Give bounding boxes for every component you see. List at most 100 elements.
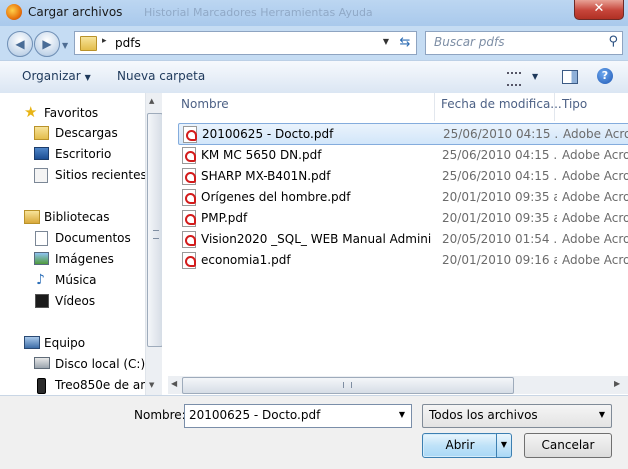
- history-dropdown-icon[interactable]: ▼: [62, 41, 68, 50]
- back-button[interactable]: ◀: [7, 31, 33, 57]
- open-options-dropdown-icon[interactable]: ▼: [496, 433, 512, 458]
- file-type-filter-select[interactable]: Todos los archivos ▼: [422, 404, 612, 428]
- recent-places-icon: [34, 168, 48, 183]
- file-list-horizontal-scrollbar[interactable]: ◀ ▶: [168, 376, 628, 394]
- downloads-folder-icon: [34, 126, 49, 140]
- column-divider[interactable]: [434, 93, 435, 121]
- sidebar-item-disco-local[interactable]: Disco local (C:): [0, 354, 145, 374]
- window-title: Cargar archivos: [28, 5, 123, 19]
- sidebar-item-videos[interactable]: Vídeos: [0, 291, 145, 311]
- sidebar-item-label: Escritorio: [55, 147, 112, 161]
- sidebar-item-label: Disco local (C:): [55, 357, 146, 371]
- pdf-file-icon: [182, 252, 196, 269]
- documents-icon: [35, 231, 48, 246]
- command-bar: Organizar ▼ Nueva carpeta ▼ ?: [0, 60, 628, 94]
- file-row[interactable]: SHARP MX-B401N.pdf 25/06/2010 04:15 ... …: [178, 166, 628, 186]
- sidebar-item-label: Vídeos: [55, 294, 96, 308]
- chevron-down-icon[interactable]: ▼: [399, 410, 405, 419]
- file-row[interactable]: Orígenes del hombre.pdf 20/01/2010 09:35…: [178, 187, 628, 207]
- sidebar-item-equipo[interactable]: Equipo: [0, 333, 145, 353]
- address-row: ◀ ▶ ▼ ▸ pdfs ▼ ⇆ ⚲: [0, 26, 628, 60]
- change-view-icon[interactable]: [507, 72, 521, 86]
- scrollbar-thumb[interactable]: [182, 377, 514, 394]
- file-type: Adobe Acrobat D: [562, 253, 628, 267]
- sidebar-item-escritorio[interactable]: Escritorio: [0, 144, 145, 164]
- sidebar-item-sitios-recientes[interactable]: Sitios recientes: [0, 165, 147, 185]
- file-type-filter-value: Todos los archivos: [429, 408, 538, 422]
- scroll-up-arrow-icon[interactable]: ▲: [149, 97, 154, 105]
- pdf-file-icon: [183, 126, 197, 143]
- phone-device-icon: [37, 378, 46, 394]
- file-list-pane: Nombre Fecha de modifica... Tipo 2010062…: [168, 93, 628, 395]
- file-row[interactable]: economia1.pdf 20/01/2010 09:16 a... Adob…: [178, 250, 628, 270]
- address-dropdown-icon[interactable]: ▼: [383, 37, 389, 46]
- grip-icon: [343, 382, 352, 388]
- help-icon[interactable]: ?: [597, 68, 613, 84]
- sidebar-item-descargas[interactable]: Descargas: [0, 123, 145, 143]
- file-date: 25/06/2010 04:15 ...: [442, 148, 557, 162]
- sidebar-item-documentos[interactable]: Documentos: [0, 228, 145, 248]
- videos-icon: [35, 294, 49, 308]
- file-row[interactable]: 20100625 - Docto.pdf 25/06/2010 04:15 ..…: [178, 123, 628, 145]
- scrollbar-thumb[interactable]: [147, 113, 163, 347]
- forward-arrow-icon: ▶: [42, 37, 52, 51]
- column-header-type[interactable]: Tipo: [562, 97, 587, 111]
- column-divider[interactable]: [554, 93, 555, 121]
- navigation-scrollbar[interactable]: ▲ ▼: [145, 93, 163, 395]
- pictures-icon: [34, 252, 49, 265]
- file-date: 20/01/2010 09:35 a...: [442, 211, 557, 225]
- file-name: Orígenes del hombre.pdf: [201, 190, 351, 204]
- local-disk-icon: [34, 357, 50, 369]
- close-button[interactable]: ✕: [574, 0, 624, 20]
- libraries-icon: [24, 210, 40, 224]
- computer-icon: [24, 336, 40, 349]
- search-box[interactable]: ⚲: [425, 31, 623, 55]
- column-header-date[interactable]: Fecha de modifica...: [441, 97, 562, 111]
- sidebar-item-label: Treo850e de ama: [55, 378, 145, 392]
- sidebar-item-label: Documentos: [55, 231, 131, 245]
- new-folder-button[interactable]: Nueva carpeta: [117, 69, 205, 83]
- sidebar-item-label: Imágenes: [55, 252, 114, 266]
- preview-pane-icon[interactable]: [562, 70, 578, 84]
- sidebar-section-label: Equipo: [44, 336, 86, 350]
- file-name: 20100625 - Docto.pdf: [202, 127, 334, 141]
- pdf-file-icon: [182, 210, 196, 227]
- cancel-button[interactable]: Cancelar: [524, 433, 612, 458]
- sidebar-section-label: Bibliotecas: [44, 210, 110, 224]
- file-open-dialog: Cargar archivos Historial Marcadores Her…: [0, 0, 628, 469]
- file-name-input[interactable]: [185, 405, 387, 425]
- refresh-button[interactable]: ⇆: [394, 31, 417, 55]
- folder-icon: [80, 36, 97, 51]
- file-type: Adobe Acrobat D: [562, 169, 628, 183]
- sidebar-item-favoritos[interactable]: ★ Favoritos: [0, 103, 145, 123]
- file-name: PMP.pdf: [201, 211, 248, 225]
- organize-label: Organizar: [22, 69, 81, 83]
- search-input[interactable]: [426, 32, 606, 52]
- sidebar-item-imagenes[interactable]: Imágenes: [0, 249, 145, 269]
- file-row[interactable]: PMP.pdf 20/01/2010 09:35 a... Adobe Acro…: [178, 208, 628, 228]
- sidebar-item-musica[interactable]: ♪ Música: [0, 270, 145, 290]
- breadcrumb-pdfs[interactable]: pdfs: [115, 36, 141, 50]
- scroll-down-arrow-icon[interactable]: ▼: [149, 381, 154, 389]
- sidebar-item-bibliotecas[interactable]: Bibliotecas: [0, 207, 145, 227]
- file-type: Adobe Acrobat D: [563, 127, 628, 141]
- scroll-right-arrow-icon[interactable]: ▶: [614, 379, 620, 388]
- address-bar[interactable]: ▸ pdfs ▼: [74, 31, 396, 55]
- file-name-combobox[interactable]: ▼: [184, 404, 412, 428]
- column-header-name[interactable]: Nombre: [181, 97, 229, 111]
- file-row[interactable]: KM MC 5650 DN.pdf 25/06/2010 04:15 ... A…: [178, 145, 628, 165]
- sidebar-item-treo850e[interactable]: Treo850e de ama: [0, 375, 145, 395]
- title-bar[interactable]: Cargar archivos Historial Marcadores Her…: [0, 0, 628, 26]
- breadcrumb-separator-icon[interactable]: ▸: [102, 36, 107, 46]
- desktop-icon: [34, 147, 49, 160]
- scroll-left-arrow-icon[interactable]: ◀: [171, 379, 177, 388]
- search-icon[interactable]: ⚲: [608, 34, 618, 49]
- file-row[interactable]: Vision2020 _SQL_ WEB Manual Administ... …: [178, 229, 628, 249]
- forward-button[interactable]: ▶: [34, 31, 60, 57]
- sidebar-section-label: Favoritos: [44, 106, 99, 120]
- view-options-dropdown-icon[interactable]: ▼: [532, 72, 538, 81]
- open-button[interactable]: Abrir: [422, 433, 498, 458]
- chevron-down-icon: ▼: [84, 73, 91, 82]
- file-type: Adobe Acrobat D: [562, 232, 628, 246]
- organize-menu[interactable]: Organizar ▼: [22, 69, 91, 83]
